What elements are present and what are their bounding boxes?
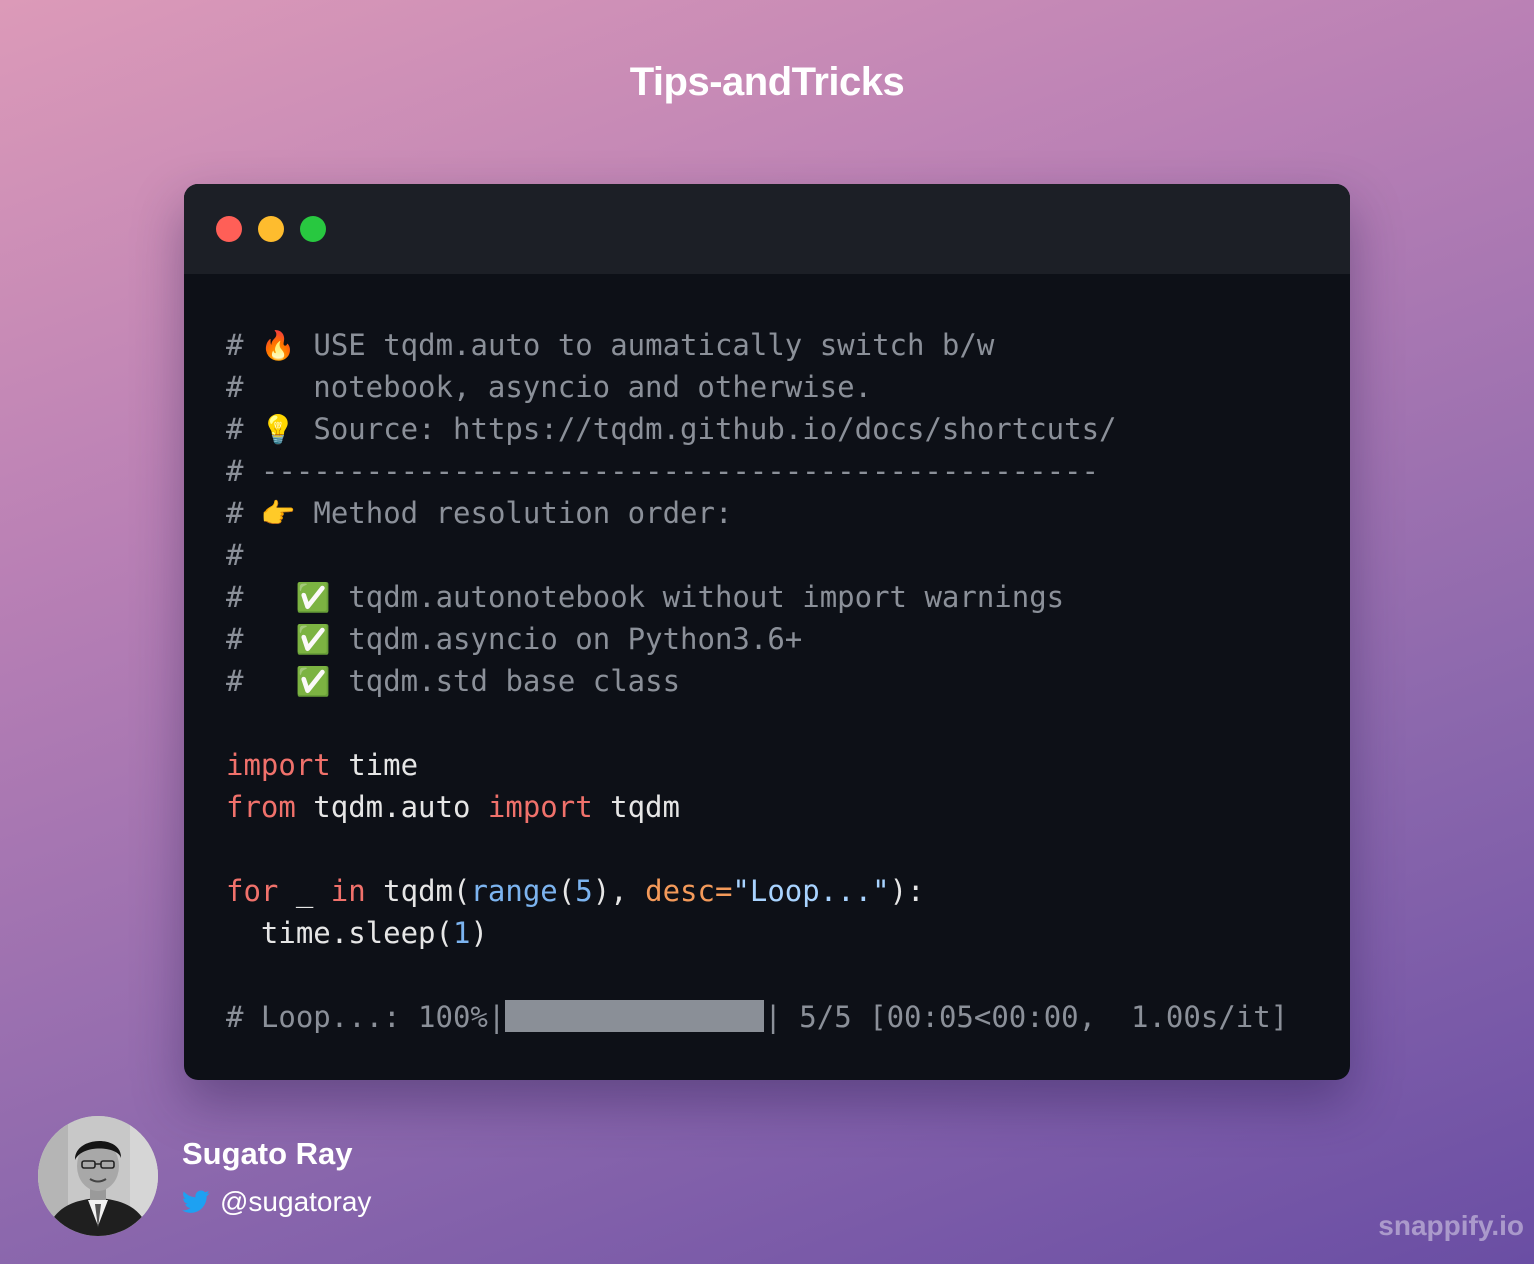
code-token: ): <box>889 874 925 908</box>
code-line: # ✅ tqdm.std base class <box>226 660 1330 702</box>
code-token: range <box>470 874 558 908</box>
code-token: # notebook, asyncio and otherwise. <box>226 370 873 404</box>
code-token: time.sleep( <box>226 916 453 950</box>
code-token: ), <box>592 874 646 908</box>
code-token: tqdm <box>592 790 680 824</box>
code-token: tqdm.autonotebook without import warning… <box>330 580 1065 614</box>
code-token: ) <box>470 916 488 950</box>
avatar <box>38 1116 158 1236</box>
code-token: desc= <box>645 874 733 908</box>
lightbulb-icon: 💡 <box>260 413 296 446</box>
code-token: Method resolution order: <box>295 496 733 530</box>
code-token: 5 <box>575 874 593 908</box>
code-token: import <box>226 748 331 782</box>
code-token: in <box>330 874 366 908</box>
code-token: from <box>226 790 296 824</box>
code-token: # <box>226 538 244 572</box>
maximize-window-button[interactable] <box>300 216 326 242</box>
twitter-bird-icon <box>182 1190 210 1213</box>
code-token: "Loop..." <box>732 874 890 908</box>
code-line: # Loop...: 100%| | 5/5 [00:05<00:00, 1.00… <box>226 996 1330 1038</box>
author-name: Sugato Ray <box>182 1136 353 1171</box>
minimize-window-button[interactable] <box>258 216 284 242</box>
author-handle-row[interactable]: @sugatoray <box>182 1186 371 1218</box>
code-line: import time <box>226 744 1330 786</box>
code-token: # <box>226 664 296 698</box>
code-line: # <box>226 534 1330 576</box>
code-token: _ <box>278 874 331 908</box>
code-line: # ✅ tqdm.autonotebook without import war… <box>226 576 1330 618</box>
code-line: # 🔥 USE tqdm.auto to aumatically switch … <box>226 324 1330 366</box>
code-block: # 🔥 USE tqdm.auto to aumatically switch … <box>226 324 1330 1038</box>
code-line: for _ in tqdm(range(5), desc="Loop..."): <box>226 870 1330 912</box>
author-handle[interactable]: @sugatoray <box>220 1186 371 1218</box>
code-token: # <box>226 328 261 362</box>
close-window-button[interactable] <box>216 216 242 242</box>
code-token: time <box>330 748 419 782</box>
code-line: from tqdm.auto import tqdm <box>226 786 1330 828</box>
author-photo <box>38 1116 158 1236</box>
code-token: 1 <box>452 916 471 950</box>
code-token: # Loop...: 100%| <box>226 1000 506 1034</box>
page-title: Tips-andTricks <box>629 60 905 104</box>
snappify-watermark[interactable]: snappify.io <box>1378 1210 1524 1242</box>
code-token: for <box>226 874 279 908</box>
progress-bar-fill <box>505 1000 765 1032</box>
code-token: Source: https://tqdm.github.io/docs/shor… <box>295 412 1117 446</box>
code-token: tqdm.auto <box>295 790 488 824</box>
code-token: ( <box>557 874 576 908</box>
code-token: # <box>226 412 261 446</box>
code-token: # <box>226 622 296 656</box>
code-token: # <box>226 496 261 530</box>
code-line: # 👉 Method resolution order: <box>226 492 1330 534</box>
code-token: tqdm( <box>365 874 471 908</box>
code-window: # 🔥 USE tqdm.auto to aumatically switch … <box>184 184 1350 1080</box>
code-line: # ✅ tqdm.asyncio on Python3.6+ <box>226 618 1330 660</box>
code-line: time.sleep(1) <box>226 912 1330 954</box>
code-token: # --------------------------------------… <box>226 454 1099 488</box>
fire-icon: 🔥 <box>260 329 296 362</box>
check-mark-icon: ✅ <box>295 665 331 698</box>
code-token: # <box>226 580 296 614</box>
pointing-right-icon: 👉 <box>260 497 296 530</box>
code-token: USE tqdm.auto to aumatically switch b/w <box>295 328 995 362</box>
code-token: | 5/5 [00:05<00:00, 1.00s/it] <box>764 1000 1289 1034</box>
check-mark-icon: ✅ <box>295 581 331 614</box>
code-line: # --------------------------------------… <box>226 450 1330 492</box>
code-line: # notebook, asyncio and otherwise. <box>226 366 1330 408</box>
check-mark-icon: ✅ <box>295 623 331 656</box>
code-line: # 💡 Source: https://tqdm.github.io/docs/… <box>226 408 1330 450</box>
code-token: import <box>487 790 593 824</box>
code-token: tqdm.asyncio on Python3.6+ <box>330 622 803 656</box>
window-titlebar <box>184 184 1350 274</box>
code-token: tqdm.std base class <box>330 664 681 698</box>
